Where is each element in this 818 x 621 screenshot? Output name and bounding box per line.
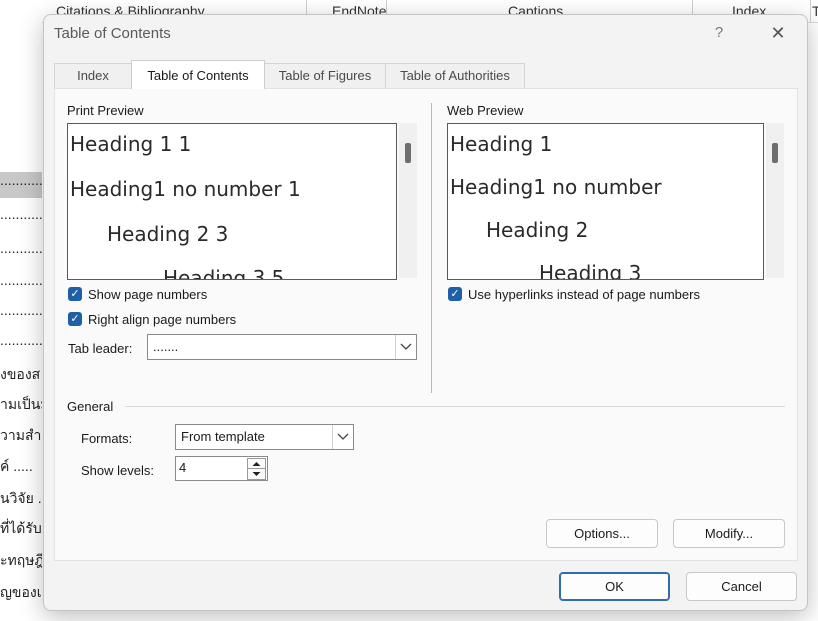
right-align-checkbox[interactable]: ✓ — [68, 312, 82, 326]
show-page-numbers-checkbox[interactable]: ✓ — [68, 287, 82, 301]
tab-index[interactable]: Index — [54, 63, 132, 88]
chevron-down-icon — [252, 472, 261, 476]
vertical-divider — [431, 103, 432, 393]
toc-dialog: Table of Contents ? ✕ Index Table of Con… — [43, 14, 808, 611]
toc-panel: Print Preview Heading 1 1 Heading1 no nu… — [54, 88, 798, 561]
ribbon-authorities-group[interactable]: T — [812, 3, 818, 19]
options-button[interactable]: Options... — [546, 519, 658, 548]
doc-line: ามเป็นม — [0, 396, 42, 412]
print-preview-line: Heading 3 5 — [163, 266, 285, 280]
scroll-thumb[interactable] — [405, 143, 411, 163]
doc-line: ........... — [0, 172, 42, 198]
tab-table-of-figures[interactable]: Table of Figures — [264, 63, 386, 88]
scroll-thumb[interactable] — [772, 143, 778, 163]
close-button[interactable]: ✕ — [764, 21, 792, 45]
web-preview-box[interactable]: Heading 1 Heading1 no number Heading 2 H… — [447, 123, 764, 280]
tab-leader-label: Tab leader: — [68, 341, 133, 356]
formats-value: From template — [181, 429, 265, 444]
web-preview-scrollbar[interactable] — [766, 123, 784, 278]
doc-line: ะทฤษฎี — [0, 552, 42, 568]
tab-label: Table of Contents — [147, 68, 249, 83]
background-document: ........... ........... ........... ....… — [0, 22, 42, 621]
modify-button[interactable]: Modify... — [673, 519, 785, 548]
use-hyperlinks-checkbox[interactable]: ✓ — [448, 287, 462, 301]
print-preview-scrollbar[interactable] — [399, 123, 417, 278]
doc-line: ญของเล — [0, 584, 42, 600]
tab-table-of-contents[interactable]: Table of Contents — [131, 60, 265, 89]
tab-leader-select[interactable]: ....... — [147, 334, 417, 360]
dialog-title: Table of Contents — [54, 25, 171, 42]
print-preview-line: Heading1 no number 1 — [70, 177, 301, 201]
checkmark-icon: ✓ — [70, 288, 80, 300]
doc-line: ........... — [0, 240, 42, 256]
web-preview-line: Heading 1 — [450, 132, 553, 156]
spin-down-button[interactable] — [247, 468, 266, 480]
web-preview-line: Heading1 no number — [450, 175, 662, 199]
formats-label: Formats: — [81, 431, 133, 446]
doc-line: ค์ ..... — [0, 458, 33, 474]
formats-select[interactable]: From template — [175, 424, 354, 450]
doc-line: งของส — [0, 366, 41, 382]
print-preview-box[interactable]: Heading 1 1 Heading1 no number 1 Heading… — [67, 123, 397, 280]
web-preview-label: Web Preview — [447, 103, 524, 118]
tab-leader-value: ....... — [153, 339, 179, 354]
web-preview-line: Heading 3 — [539, 261, 642, 280]
doc-line: ........... — [0, 206, 42, 222]
show-levels-value: 4 — [179, 460, 187, 475]
checkmark-icon: ✓ — [450, 288, 460, 300]
cancel-button[interactable]: Cancel — [686, 572, 797, 601]
doc-line: ........... — [0, 272, 42, 288]
chevron-up-icon — [252, 462, 261, 466]
ok-button[interactable]: OK — [559, 572, 670, 601]
checkmark-icon: ✓ — [70, 313, 80, 325]
right-align-label[interactable]: Right align page numbers — [88, 312, 236, 327]
doc-line: นวิจัย . — [0, 490, 42, 506]
general-divider — [125, 406, 785, 407]
doc-line: ........... — [0, 302, 42, 318]
general-label: General — [67, 399, 114, 414]
web-preview-line: Heading 2 — [486, 218, 589, 242]
doc-line: วามสำค — [0, 427, 42, 443]
show-page-numbers-label[interactable]: Show page numbers — [88, 287, 207, 302]
chevron-down-icon — [395, 335, 416, 359]
doc-line: ........... — [0, 332, 42, 348]
help-button[interactable]: ? — [707, 21, 731, 45]
show-levels-spinner[interactable]: 4 — [175, 456, 268, 481]
close-icon: ✕ — [770, 23, 786, 43]
print-preview-label: Print Preview — [67, 103, 144, 118]
tab-table-of-authorities[interactable]: Table of Authorities — [385, 63, 525, 88]
chevron-down-icon — [332, 425, 353, 449]
print-preview-line: Heading 2 3 — [107, 222, 229, 246]
show-levels-label: Show levels: — [81, 463, 154, 478]
print-preview-line: Heading 1 1 — [70, 132, 192, 156]
use-hyperlinks-label[interactable]: Use hyperlinks instead of page numbers — [468, 287, 700, 302]
doc-line: ที่ได้รับ — [0, 520, 42, 536]
